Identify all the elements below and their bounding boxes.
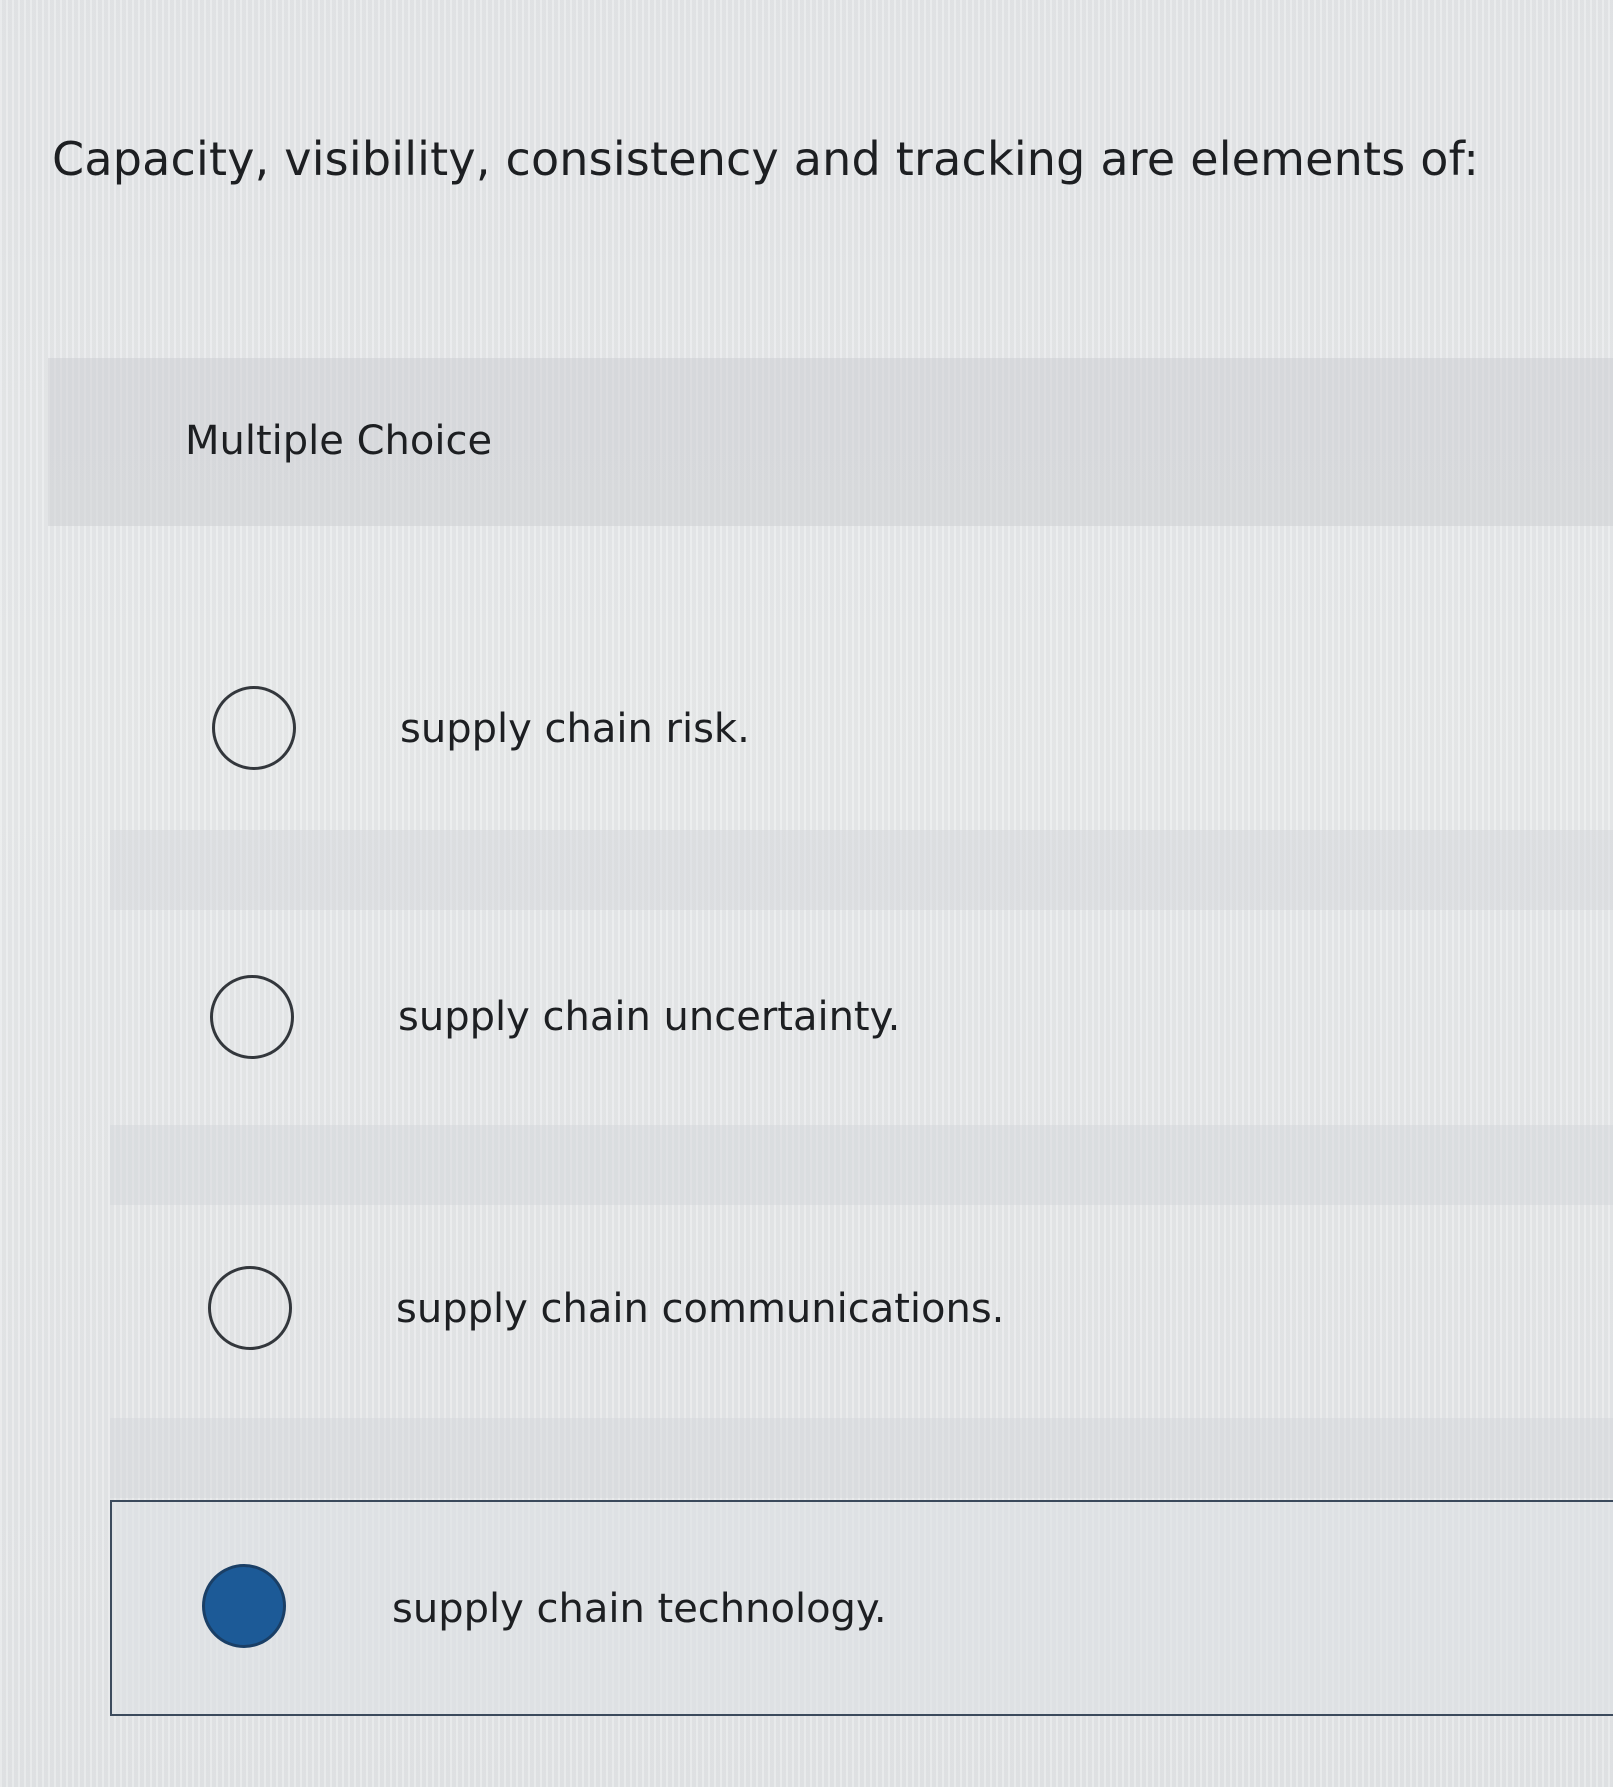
row-separator-band [110, 830, 1613, 910]
option-label[interactable]: supply chain uncertainty. [398, 994, 900, 1040]
radio-button-unchecked[interactable] [208, 1266, 292, 1350]
radio-button-unchecked[interactable] [210, 975, 294, 1059]
option-label[interactable]: supply chain risk. [400, 706, 750, 752]
option-supply-chain-technology[interactable]: supply chain technology. [110, 1500, 1613, 1716]
radio-button-unchecked[interactable] [212, 686, 296, 770]
radio-button-checked[interactable] [202, 1564, 286, 1648]
row-separator-band [110, 1418, 1613, 1498]
option-label[interactable]: supply chain technology. [392, 1586, 887, 1632]
option-supply-chain-communications[interactable]: supply chain communications. [110, 1210, 1613, 1410]
option-supply-chain-uncertainty[interactable]: supply chain uncertainty. [110, 918, 1613, 1118]
option-label[interactable]: supply chain communications. [396, 1286, 1004, 1332]
row-separator-band [110, 1125, 1613, 1205]
option-supply-chain-risk[interactable]: supply chain risk. [110, 630, 1613, 830]
multiple-choice-label: Multiple Choice [185, 418, 493, 464]
question-text: Capacity, visibility, consistency and tr… [52, 132, 1480, 186]
